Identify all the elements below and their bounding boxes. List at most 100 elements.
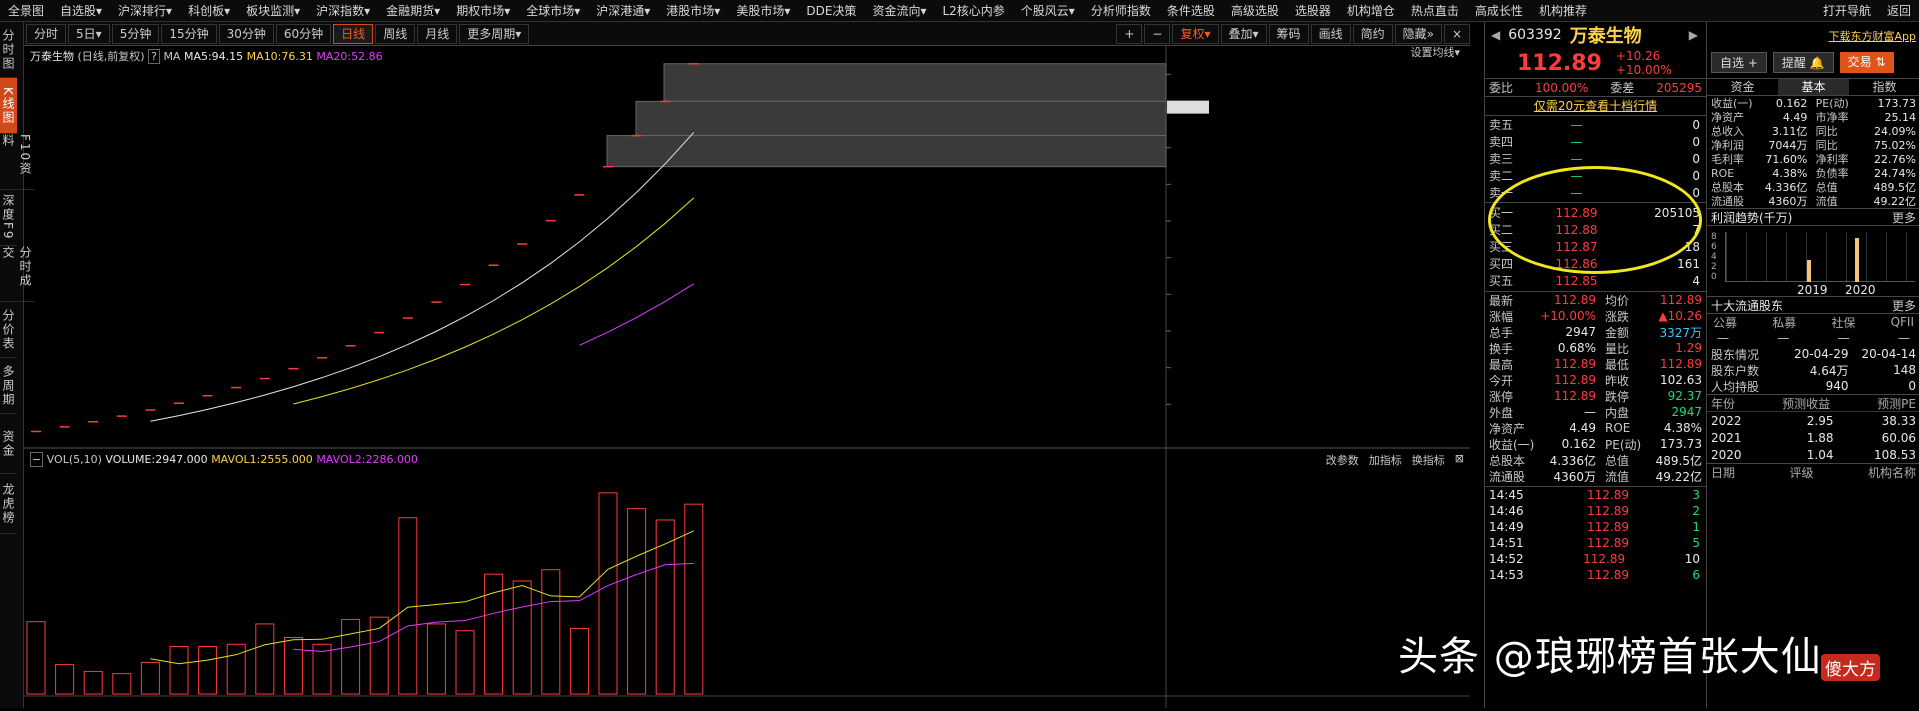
tick-row: 14:49 112.89 1 xyxy=(1485,519,1706,535)
switch-indicator-link[interactable]: 换指标 xyxy=(1412,452,1445,468)
kline-chart-area[interactable]: 万泰生物 (日线,前复权) ? MA MA5:94.15 MA10:76.31 … xyxy=(24,46,1470,708)
toolbar-button[interactable]: − xyxy=(1144,24,1171,44)
fin-value: 4.38% xyxy=(1772,166,1808,180)
side-tab[interactable]: K线图 xyxy=(0,78,17,134)
add-watchlist-button[interactable]: 自选 + xyxy=(1711,52,1767,73)
stat-value: — xyxy=(1584,405,1596,419)
download-app-link[interactable]: 下载东方财富App xyxy=(1711,28,1917,44)
tick-volume: 10 xyxy=(1684,552,1700,566)
menu-item[interactable]: DDE决策 xyxy=(798,0,864,21)
help-icon[interactable]: ? xyxy=(148,49,160,64)
menu-item[interactable]: 机构增仓 xyxy=(1339,0,1403,21)
kline-chart[interactable] xyxy=(24,46,1470,708)
close-indicator-icon[interactable]: ⊠ xyxy=(1455,452,1464,468)
watermark-text: 头条 @琅琊榜首张大仙 xyxy=(1398,634,1822,680)
period-tab[interactable]: 30分钟 xyxy=(218,23,274,44)
period-tab[interactable]: 更多周期▾ xyxy=(459,23,530,44)
fin-value: 24.74% xyxy=(1874,166,1916,180)
toolbar-button[interactable]: 简约 xyxy=(1352,24,1393,44)
trade-button[interactable]: 交易 ⇅ xyxy=(1839,52,1894,73)
fin-tab[interactable]: 指数 xyxy=(1849,79,1919,95)
toolbar-button[interactable]: 叠加▾ xyxy=(1220,24,1267,44)
fin-value: 4.49 xyxy=(1782,110,1808,124)
side-tab[interactable]: 多周期 xyxy=(0,358,17,414)
fin-tab[interactable]: 资金 xyxy=(1707,79,1778,95)
period-tab[interactable]: 周线 xyxy=(375,23,416,44)
side-tab[interactable]: 分时图 xyxy=(0,22,17,78)
mavol2-value: MAVOL2:2286.000 xyxy=(316,453,418,466)
fin-label: 流值 xyxy=(1815,195,1838,208)
menu-item[interactable]: 自选股▾ xyxy=(52,0,110,21)
forecast-col: 预测PE xyxy=(1877,396,1916,411)
side-tab[interactable]: 深度F9 xyxy=(0,190,17,246)
profit-more-link[interactable]: 更多 xyxy=(1892,209,1916,226)
stat-label: 涨跌 xyxy=(1605,309,1630,324)
alert-button[interactable]: 提醒 🔔 xyxy=(1772,52,1834,73)
toolbar-button[interactable]: 筹码 xyxy=(1268,24,1309,44)
stat-value: 1.29 xyxy=(1675,341,1702,355)
volume-bar-18 xyxy=(541,569,561,695)
add-indicator-link[interactable]: 加指标 xyxy=(1369,452,1402,468)
menu-item[interactable]: 金融期货▾ xyxy=(378,0,448,21)
forecast-cell: 1.88 xyxy=(1806,430,1834,445)
menu-item[interactable]: 全景图 xyxy=(0,0,52,21)
menu-item[interactable]: 分析师指数 xyxy=(1083,0,1159,21)
toolbar-close-icon[interactable]: × xyxy=(1443,24,1470,44)
holder-col: 私募 xyxy=(1772,315,1797,330)
menu-item[interactable]: 美股市场▾ xyxy=(728,0,798,21)
period-tab[interactable]: 60分钟 xyxy=(275,23,332,44)
holders-more-link[interactable]: 更多 xyxy=(1892,297,1916,314)
menu-item[interactable]: 热点直击 xyxy=(1403,0,1467,21)
menu-item[interactable]: 期权市场▾ xyxy=(448,0,518,21)
stat-label: 今开 xyxy=(1489,373,1514,388)
menu-item[interactable]: 板块监测▾ xyxy=(238,0,308,21)
period-tab[interactable]: 15分钟 xyxy=(161,23,217,44)
period-tab[interactable]: 月线 xyxy=(417,23,458,44)
toolbar-button[interactable]: + xyxy=(1116,24,1143,44)
fin-summary: 收益(一) 0.162 PE(动) 173.73 净资产 4.49 市净率 25.14 总收入 3… xyxy=(1707,96,1919,209)
forecast-cell: 2020 xyxy=(1711,447,1742,462)
menu-item[interactable]: 选股器 xyxy=(1287,0,1339,21)
collapse-icon[interactable]: − xyxy=(30,452,44,467)
weicha-label: 委差 xyxy=(1610,81,1635,95)
menu-item[interactable]: 港股市场▾ xyxy=(658,0,728,21)
toolbar-button[interactable]: 复权▾ xyxy=(1172,24,1219,44)
menu-item[interactable]: 全球市场▾ xyxy=(518,0,588,21)
next-stock-icon[interactable]: ▶ xyxy=(1689,28,1698,42)
menu-item-right[interactable]: 打开导航 xyxy=(1815,0,1879,21)
period-tab[interactable]: 日线 xyxy=(333,23,374,44)
side-tab[interactable]: 资金 xyxy=(0,414,17,474)
menu-item[interactable]: 沪深排行▾ xyxy=(110,0,180,21)
fin-tab[interactable]: 基本 xyxy=(1778,79,1849,95)
menu-item[interactable]: 个股风云▾ xyxy=(1013,0,1083,21)
mavol2-line xyxy=(293,562,694,653)
ten-level-link[interactable]: 仅需20元查看十档行情 xyxy=(1485,96,1706,116)
forecast-header: 年份 预测收益 预测PE xyxy=(1707,395,1919,412)
prev-stock-icon[interactable]: ◀ xyxy=(1491,28,1500,42)
menu-item[interactable]: 沪深港通▾ xyxy=(588,0,658,21)
period-tab[interactable]: 5日▾ xyxy=(68,23,110,44)
toolbar-button[interactable]: 隐藏» xyxy=(1394,24,1442,44)
menu-item[interactable]: 沪深指数▾ xyxy=(308,0,378,21)
menu-item-right[interactable]: 返回 xyxy=(1879,0,1919,21)
volume-bar-20 xyxy=(598,492,618,695)
forecast-cell: 108.53 xyxy=(1874,447,1916,462)
toolbar-button[interactable]: 画线 xyxy=(1310,24,1351,44)
menu-item[interactable]: 条件选股 xyxy=(1159,0,1223,21)
ob-label: 买四 xyxy=(1489,257,1514,271)
menu-item[interactable]: 机构推荐 xyxy=(1531,0,1595,21)
forecast-col: 预测收益 xyxy=(1782,396,1831,411)
menu-item[interactable]: 高成长性 xyxy=(1467,0,1531,21)
menu-item[interactable]: 高级选股 xyxy=(1223,0,1287,21)
period-tab[interactable]: 5分钟 xyxy=(111,23,160,44)
side-tab[interactable]: 龙虎榜 xyxy=(0,474,17,534)
menu-item[interactable]: L2核心内参 xyxy=(934,0,1012,21)
period-tab[interactable]: 分时 xyxy=(26,23,67,44)
stat-row: 流通股 4360万 流值 49.22亿 xyxy=(1485,468,1706,484)
stat-row: 今开 112.89 昨收 102.63 xyxy=(1485,372,1706,388)
menu-item[interactable]: 资金流向▾ xyxy=(864,0,934,21)
ma-settings[interactable]: 设置均线▾ xyxy=(1410,44,1460,60)
change-params-link[interactable]: 改参数 xyxy=(1326,452,1359,468)
menu-item[interactable]: 科创板▾ xyxy=(180,0,238,21)
side-tab[interactable]: 分价表 xyxy=(0,302,17,358)
